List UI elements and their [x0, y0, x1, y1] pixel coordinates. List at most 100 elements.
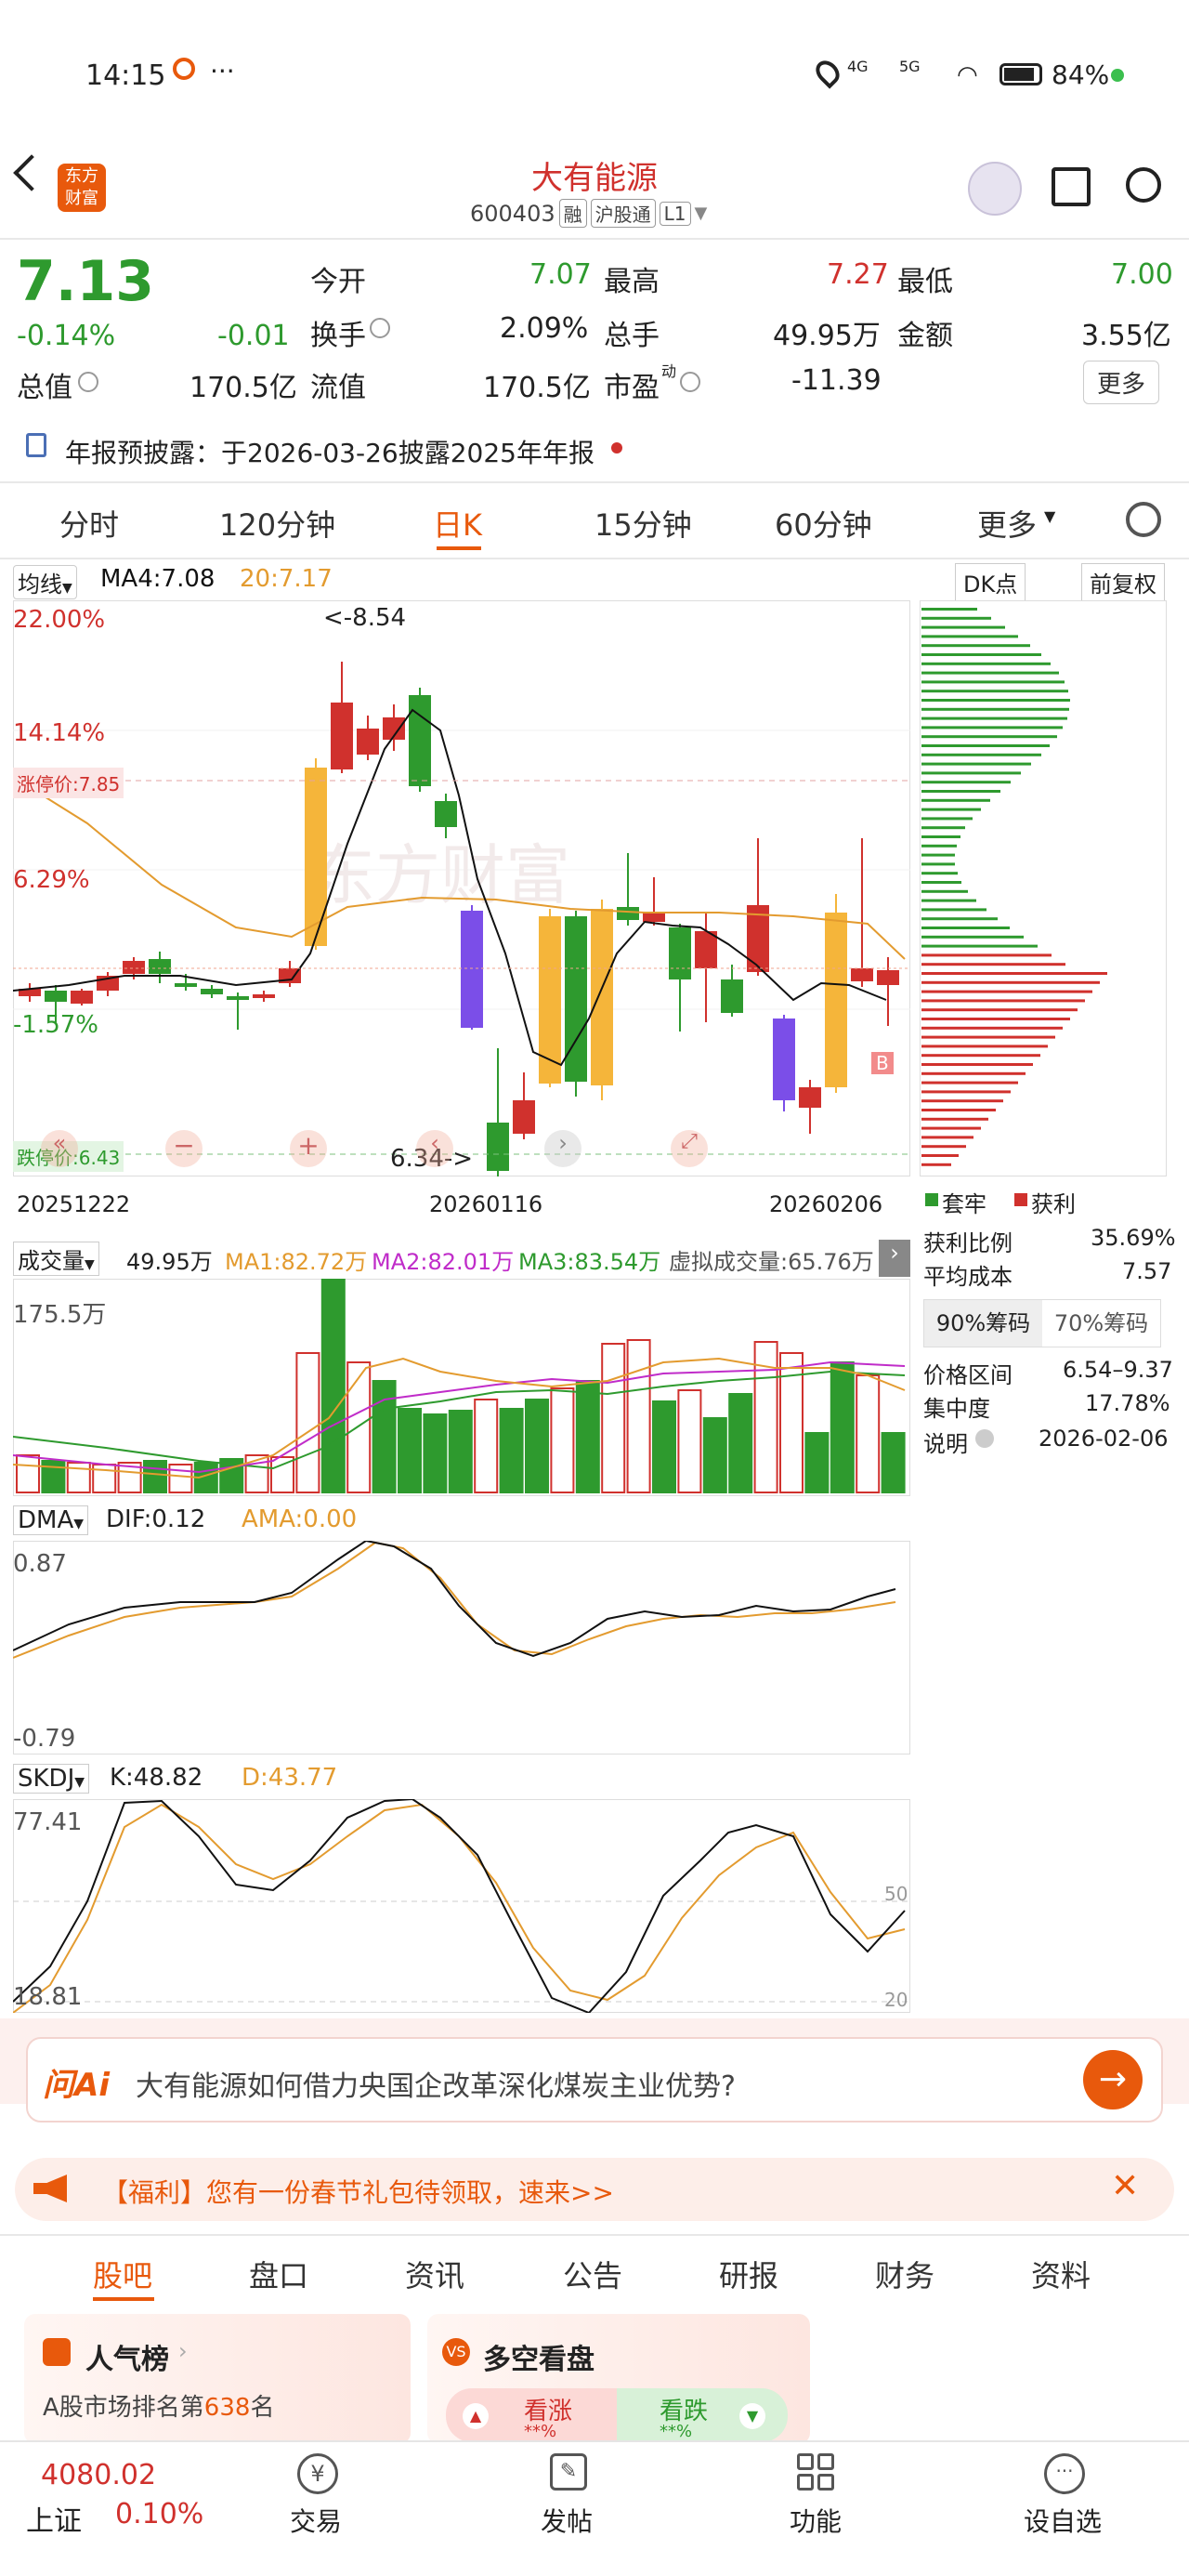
- scroll-left-icon[interactable]: «: [41, 1130, 78, 1167]
- search-icon[interactable]: [1126, 167, 1161, 203]
- adjust-button[interactable]: 前复权: [1081, 563, 1165, 601]
- tab-more[interactable]: 更多: [977, 502, 1037, 545]
- dma-selector[interactable]: DMA▼: [13, 1505, 89, 1535]
- dk-point-button[interactable]: DK点: [955, 563, 1026, 601]
- candle-body: [253, 994, 275, 998]
- kline-chart[interactable]: 东方财富: [13, 600, 910, 1176]
- volume-val: 49.95万: [126, 1249, 213, 1275]
- range-label: 价格区间: [923, 1362, 1013, 1388]
- next-icon[interactable]: ›: [544, 1130, 581, 1167]
- share-icon[interactable]: [1052, 167, 1091, 206]
- tab-finance[interactable]: 财务: [875, 2253, 934, 2295]
- tab-orderbook[interactable]: 盘口: [249, 2253, 308, 2295]
- function-label[interactable]: 功能: [790, 2502, 842, 2539]
- apps-icon[interactable]: [797, 2453, 834, 2491]
- chip-bar: [921, 1145, 966, 1149]
- index-pct[interactable]: 0.10%: [115, 2498, 203, 2530]
- ai-question[interactable]: 大有能源如何借力央国企改革深化煤炭主业优势?: [136, 2063, 736, 2104]
- skdj-selector[interactable]: SKDJ▼: [13, 1764, 90, 1794]
- chip-bar: [921, 798, 990, 802]
- chip-bar: [921, 735, 1057, 739]
- high-label: 最高: [604, 266, 660, 298]
- chart-icon: [43, 2338, 71, 2366]
- network-4g: 4G: [847, 58, 869, 75]
- index-name[interactable]: 上证: [26, 2498, 82, 2539]
- divider: [0, 481, 1189, 483]
- dma-bottom: -0.79: [13, 1725, 76, 1753]
- info-icon[interactable]: [975, 1429, 994, 1448]
- close-icon[interactable]: ✕: [1111, 2167, 1139, 2205]
- change-value: -0.01: [217, 320, 290, 352]
- date-mid: 20260116: [429, 1191, 543, 1217]
- chip-bar: [921, 980, 1100, 984]
- chip-bar: [921, 781, 1011, 784]
- tab-chip70[interactable]: 70%筹码: [1042, 1300, 1160, 1347]
- more-button[interactable]: 更多: [1083, 361, 1160, 404]
- info-icon[interactable]: [680, 372, 700, 392]
- tab-60min[interactable]: 60分钟: [775, 502, 872, 545]
- tab-announcements[interactable]: 公告: [563, 2253, 622, 2295]
- tab-15min[interactable]: 15分钟: [594, 502, 692, 545]
- battery-percent: 84%: [1052, 59, 1110, 90]
- status-dot-icon: [1111, 69, 1124, 82]
- dropdown-icon[interactable]: ▼: [695, 204, 708, 223]
- volume-bar: [448, 1410, 473, 1493]
- expand-right-icon[interactable]: ›: [879, 1240, 910, 1277]
- dma-ama: AMA:0.00: [242, 1505, 358, 1533]
- watchlist-label[interactable]: 设自选: [1024, 2502, 1102, 2539]
- gear-icon[interactable]: [1126, 502, 1161, 537]
- chip-tabs[interactable]: 90%筹码 70%筹码: [923, 1299, 1161, 1347]
- ma20-value: 20:7.17: [240, 565, 333, 593]
- edit-icon[interactable]: ✎: [550, 2453, 587, 2491]
- tab-profile[interactable]: 资料: [1031, 2253, 1091, 2295]
- promo-text[interactable]: 【福利】您有一份春节礼包待领取，速来>>: [102, 2173, 614, 2210]
- vs-icon: VS: [442, 2338, 470, 2366]
- stock-code-row: 600403 融 沪股通 L1 ▼: [470, 199, 707, 228]
- trade-label[interactable]: 交易: [290, 2502, 342, 2539]
- chip-bar: [921, 862, 955, 866]
- bull-bear-title: 多空看盘: [483, 2344, 594, 2376]
- chip-bar: [921, 1071, 1026, 1075]
- low-label: 最低: [897, 266, 953, 298]
- robot-avatar-icon[interactable]: [968, 162, 1022, 216]
- arrow-right-icon[interactable]: →: [1083, 2050, 1143, 2109]
- note-value: 2026-02-06: [1039, 1426, 1169, 1452]
- chip-bar: [921, 953, 1052, 957]
- high-marker: <-8.54: [323, 604, 407, 632]
- tab-chip90[interactable]: 90%筹码: [924, 1300, 1042, 1347]
- app-notification-icon: [173, 58, 195, 80]
- more-dots-icon[interactable]: ···: [1044, 2453, 1085, 2494]
- candle-body: [851, 968, 873, 981]
- index-value[interactable]: 4080.02: [41, 2459, 156, 2491]
- prev-icon[interactable]: ‹: [416, 1130, 453, 1167]
- info-icon[interactable]: [78, 372, 98, 392]
- chevron-down-icon[interactable]: ▼: [1044, 507, 1055, 525]
- tab-news[interactable]: 资讯: [405, 2253, 464, 2295]
- volume-selector[interactable]: 成交量▼: [13, 1242, 99, 1276]
- zoom-in-icon[interactable]: +: [290, 1130, 327, 1167]
- chip-bar: [921, 899, 976, 902]
- triangle-down-icon: ▼: [739, 2403, 765, 2429]
- tab-daily[interactable]: 日K: [433, 502, 482, 545]
- zoom-out-icon[interactable]: −: [165, 1130, 203, 1167]
- expand-icon[interactable]: ⤢: [671, 1130, 708, 1167]
- chevron-right-icon[interactable]: ›: [178, 2338, 188, 2364]
- ma-selector[interactable]: 均线▼: [13, 565, 77, 599]
- candle-body: [123, 961, 145, 974]
- tab-timeshare[interactable]: 分时: [59, 502, 119, 545]
- chip-bar: [921, 808, 981, 811]
- tab-research[interactable]: 研报: [719, 2253, 778, 2295]
- volume-bar: [474, 1399, 499, 1493]
- notice-text[interactable]: 年报预披露：于2026-03-26披露2025年年报: [65, 433, 594, 470]
- chip-bar: [921, 671, 1059, 675]
- info-icon[interactable]: [370, 318, 390, 338]
- volume-bar: [626, 1339, 651, 1493]
- post-label[interactable]: 发帖: [541, 2502, 593, 2539]
- tab-120min[interactable]: 120分钟: [219, 502, 335, 545]
- popularity-card[interactable]: [24, 2314, 411, 2444]
- tab-forum[interactable]: 股吧: [93, 2253, 152, 2295]
- trade-icon[interactable]: ¥: [297, 2453, 338, 2494]
- mktcap-label: 总值: [17, 372, 72, 404]
- cost-label: 平均成本: [923, 1264, 1013, 1290]
- tab-indicator: [437, 546, 481, 550]
